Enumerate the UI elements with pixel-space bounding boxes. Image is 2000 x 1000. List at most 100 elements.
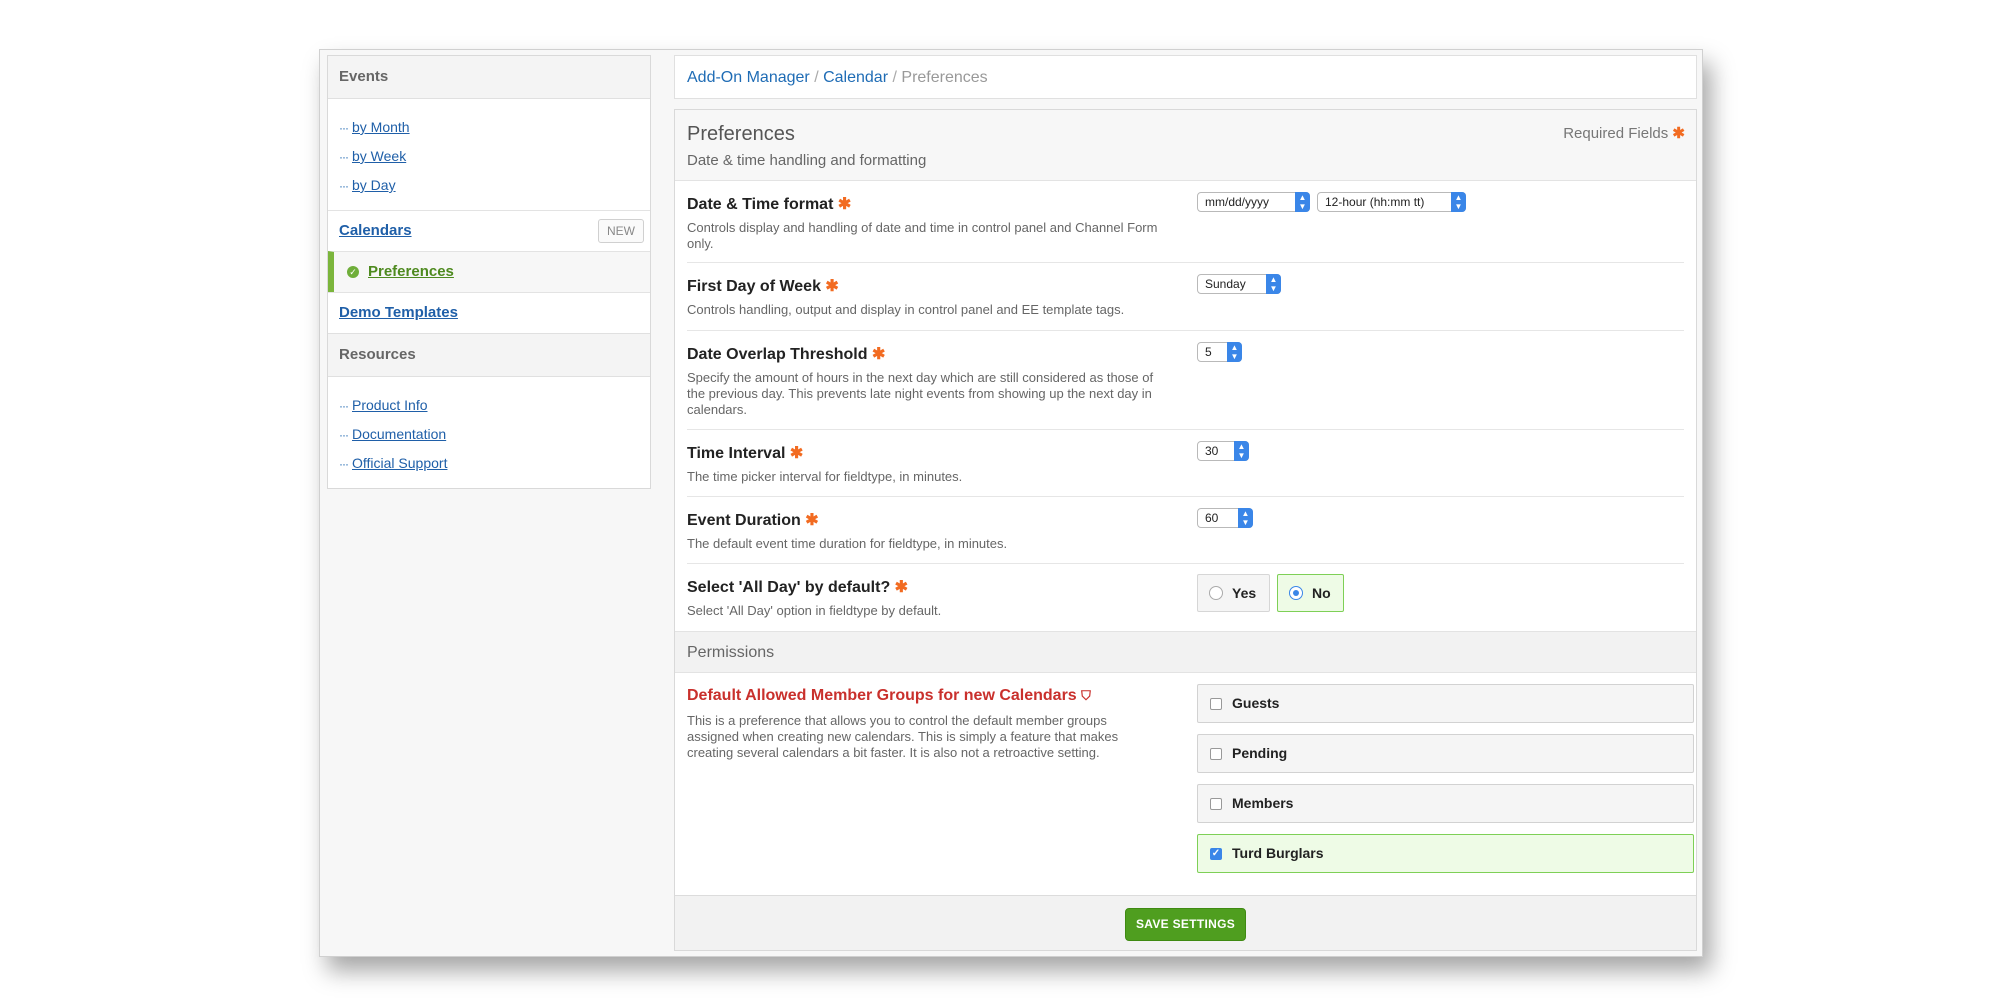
- required-fields-label: Required Fields: [1563, 125, 1669, 142]
- required-star-icon: ✱: [1672, 125, 1685, 142]
- field-description: Select 'All Day' option in fieldtype by …: [687, 603, 942, 618]
- sidebar-link-label[interactable]: Documentation: [352, 426, 446, 442]
- radio-label: Yes: [1232, 585, 1257, 601]
- breadcrumb-addon-manager[interactable]: Add-On Manager: [687, 69, 810, 86]
- select-arrows-icon: ▲ ▼: [1238, 508, 1253, 528]
- field-first-day: First Day of Week ✱ Controls handling, o…: [687, 262, 1684, 331]
- sidebar-link-label[interactable]: Official Support: [352, 455, 447, 471]
- required-fields-note: Required Fields ✱: [1563, 124, 1685, 142]
- permissions-heading: Permissions: [675, 631, 1696, 673]
- select-value: 12-hour (hh:mm tt): [1325, 195, 1425, 209]
- new-calendar-button[interactable]: NEW: [598, 219, 644, 243]
- field-label: Select 'All Day' by default? ✱: [687, 577, 908, 597]
- field-description: This is a preference that allows you to …: [687, 713, 1119, 760]
- interval-select[interactable]: 30 ▲ ▼: [1197, 441, 1249, 461]
- sidebar: Events ··· by Month ··· by Week ··· by Day …: [327, 55, 651, 489]
- date-format-select[interactable]: mm/dd/yyyy ▲ ▼: [1197, 192, 1310, 212]
- select-value: mm/dd/yyyy: [1205, 195, 1270, 209]
- dots-icon: ···: [339, 121, 349, 135]
- dots-icon: ···: [339, 399, 349, 413]
- required-star-icon: ✱: [789, 445, 804, 462]
- required-star-icon: ✱: [805, 512, 819, 529]
- checkbox-label: Members: [1232, 795, 1294, 811]
- required-star-icon: ✱: [825, 278, 839, 295]
- radio-label: No: [1312, 585, 1331, 601]
- sidebar-link-label[interactable]: by Month: [352, 119, 410, 135]
- member-groups-label: Default Allowed Member Groups for new Ca…: [687, 687, 1077, 704]
- all-day-yes-option[interactable]: Yes: [1197, 574, 1270, 612]
- check-circle-icon: ✓: [347, 265, 359, 278]
- field-label: Event Duration ✱: [687, 510, 819, 530]
- sidebar-link-by-week[interactable]: ··· by Week: [339, 142, 650, 171]
- sidebar-item-demo-templates: Demo Templates: [328, 292, 650, 333]
- sidebar-item-preferences[interactable]: ✓ Preferences: [328, 251, 650, 292]
- breadcrumb-current: Preferences: [901, 69, 988, 86]
- group-option-turd-burglars[interactable]: ✓ Turd Burglars: [1197, 834, 1694, 873]
- first-day-select[interactable]: Sunday ▲ ▼: [1197, 274, 1281, 294]
- shield-icon: ⛉: [1081, 688, 1091, 703]
- sidebar-link-label[interactable]: by Week: [352, 148, 406, 164]
- events-heading: Events: [328, 56, 650, 99]
- first-day-label: First Day of Week: [687, 278, 821, 295]
- field-overlap-threshold: Date Overlap Threshold ✱ Specify the amo…: [687, 330, 1684, 430]
- field-description: Controls handling, output and display in…: [687, 302, 1125, 317]
- breadcrumb-calendar[interactable]: Calendar: [823, 69, 888, 86]
- dots-icon: ···: [339, 428, 349, 442]
- radio-button[interactable]: [1289, 586, 1303, 600]
- field-label: Date Overlap Threshold ✱: [687, 344, 885, 364]
- field-time-interval: Time Interval ✱ The time picker interval…: [687, 429, 1684, 497]
- sidebar-item-calendars: Calendars NEW: [328, 210, 650, 251]
- required-star-icon: ✱: [894, 579, 909, 596]
- checkbox-checked-icon[interactable]: ✓: [1210, 848, 1222, 860]
- field-label: First Day of Week ✱: [687, 276, 839, 296]
- breadcrumb: Add-On Manager / Calendar / Preferences: [674, 55, 1697, 99]
- checkbox[interactable]: [1210, 748, 1222, 760]
- dots-icon: ···: [339, 179, 349, 193]
- field-event-duration: Event Duration ✱ The default event time …: [687, 496, 1684, 564]
- time-format-select[interactable]: 12-hour (hh:mm tt) ▲ ▼: [1317, 192, 1466, 212]
- select-arrows-icon: ▲ ▼: [1295, 192, 1310, 212]
- calendars-link[interactable]: Calendars: [339, 222, 412, 239]
- sidebar-link-label[interactable]: by Day: [352, 177, 396, 193]
- sidebar-link-by-day[interactable]: ··· by Day: [339, 171, 650, 200]
- checkbox-label: Guests: [1232, 695, 1280, 711]
- preferences-panel: Preferences Date & time handling and for…: [674, 109, 1697, 951]
- overlap-select[interactable]: 5 ▲ ▼: [1197, 342, 1242, 362]
- sidebar-link-product-info[interactable]: ··· Product Info: [339, 391, 650, 420]
- field-all-day: Select 'All Day' by default? ✱ Select 'A…: [687, 563, 1684, 631]
- group-option-pending[interactable]: Pending: [1197, 734, 1694, 773]
- sidebar-link-official-support[interactable]: ··· Official Support: [339, 449, 650, 478]
- panel-header: Preferences Date & time handling and for…: [675, 110, 1696, 181]
- group-option-members[interactable]: Members: [1197, 784, 1694, 823]
- dots-icon: ···: [339, 150, 349, 164]
- field-label: Default Allowed Member Groups for new Ca…: [687, 687, 1091, 705]
- group-option-guests[interactable]: Guests: [1197, 684, 1694, 723]
- resources-heading: Resources: [328, 333, 650, 377]
- interval-label: Time Interval: [687, 445, 786, 462]
- select-value: 5: [1205, 345, 1212, 359]
- select-arrows-icon: ▲ ▼: [1234, 441, 1249, 461]
- page-title: Preferences: [687, 123, 795, 145]
- field-description: The time picker interval for fieldtype, …: [687, 469, 963, 484]
- all-day-no-option[interactable]: No: [1277, 574, 1344, 612]
- required-star-icon: ✱: [871, 346, 886, 363]
- demo-templates-link[interactable]: Demo Templates: [339, 304, 458, 321]
- select-value: 30: [1205, 444, 1219, 458]
- checkbox[interactable]: [1210, 798, 1222, 810]
- sidebar-link-documentation[interactable]: ··· Documentation: [339, 420, 650, 449]
- panel-footer: SAVE SETTINGS: [675, 895, 1696, 950]
- overlap-label: Date Overlap Threshold: [687, 346, 868, 363]
- preferences-link[interactable]: Preferences: [368, 263, 454, 280]
- select-arrows-icon: ▲ ▼: [1227, 342, 1242, 362]
- sidebar-link-label[interactable]: Product Info: [352, 397, 428, 413]
- resource-links: ··· Product Info ··· Documentation ··· Offi…: [328, 377, 650, 488]
- radio-button[interactable]: [1209, 586, 1223, 600]
- duration-select[interactable]: 60 ▲ ▼: [1197, 508, 1253, 528]
- field-label: Time Interval ✱: [687, 443, 803, 463]
- save-settings-button[interactable]: SAVE SETTINGS: [1125, 908, 1247, 941]
- duration-label: Event Duration: [687, 512, 801, 529]
- field-label: Date & Time format ✱: [687, 194, 851, 214]
- field-description: The default event time duration for fiel…: [687, 536, 1008, 551]
- sidebar-link-by-month[interactable]: ··· by Month: [339, 113, 650, 142]
- checkbox[interactable]: [1210, 698, 1222, 710]
